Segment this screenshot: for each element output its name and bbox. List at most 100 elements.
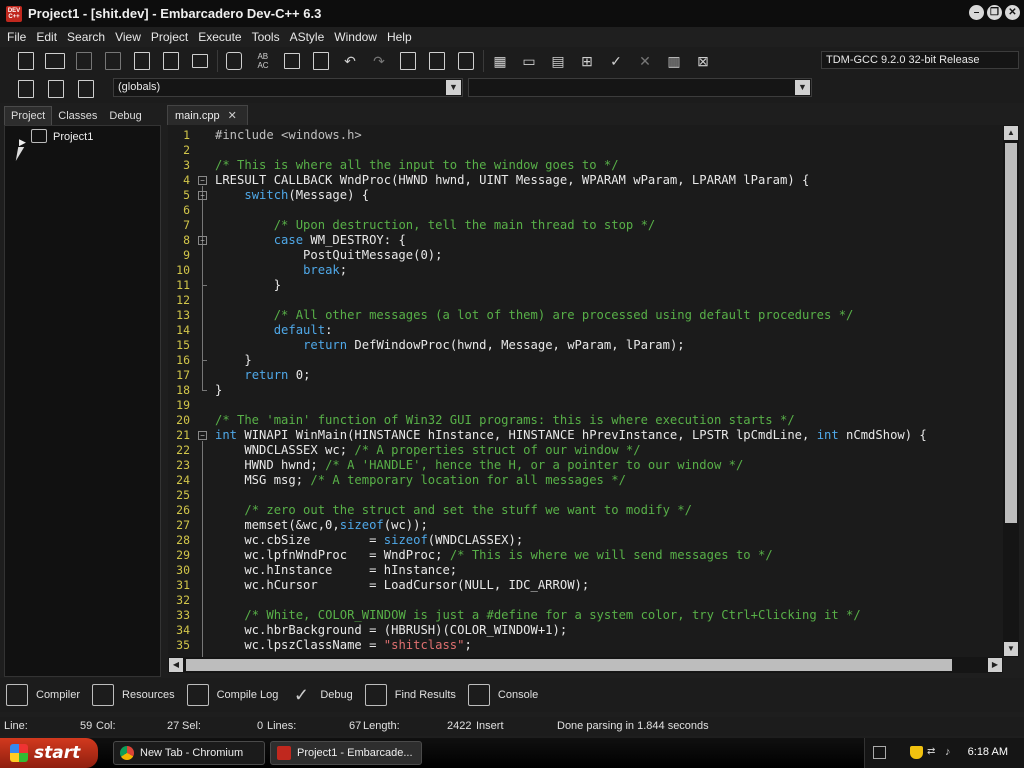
unindent-icon[interactable] (425, 49, 449, 73)
tab-resources[interactable]: Resources (92, 684, 175, 706)
code-line[interactable]: /* The 'main' function of Win32 GUI prog… (215, 413, 795, 428)
close-tab-icon[interactable]: ✕ (228, 110, 237, 122)
fold-toggle-icon[interactable]: − (198, 236, 207, 245)
menu-help[interactable]: Help (382, 30, 417, 44)
code-line[interactable]: LRESULT CALLBACK WndProc(HWND hwnd, UINT… (215, 173, 809, 188)
bookmark-icon[interactable] (309, 49, 333, 73)
compile-run-icon[interactable]: ▤ (546, 49, 570, 73)
vertical-scroll-thumb[interactable] (1005, 143, 1017, 523)
menu-project[interactable]: Project (146, 30, 193, 44)
code-line[interactable]: wc.cbSize = sizeof(WNDCLASSEX); (215, 533, 523, 548)
menu-file[interactable]: File (2, 30, 31, 44)
code-line[interactable]: HWND hwnd; /* A 'HANDLE', hence the H, o… (215, 458, 743, 473)
security-shield-icon[interactable] (910, 746, 923, 759)
menu-astyle[interactable]: AStyle (285, 30, 330, 44)
code-line[interactable]: /* This is where all the input to the wi… (215, 158, 619, 173)
code-line[interactable]: wc.hCursor = LoadCursor(NULL, IDC_ARROW)… (215, 578, 589, 593)
fold-toggle-icon[interactable]: − (198, 431, 207, 440)
code-line[interactable]: return DefWindowProc(hwnd, Message, wPar… (215, 338, 685, 353)
code-area[interactable]: #include <windows.h> /* This is where all… (215, 125, 1003, 657)
syntax-check-icon[interactable]: ✓ (604, 49, 628, 73)
code-line[interactable]: /* White, COLOR_WINDOW is just a #define… (215, 608, 860, 623)
scroll-right-icon[interactable]: ▶ (988, 658, 1002, 672)
code-line[interactable]: wc.lpfnWndProc = WndProc; /* This is whe… (215, 548, 772, 563)
code-line[interactable]: case WM_DESTROY: { (215, 233, 406, 248)
horizontal-scroll-thumb[interactable] (186, 659, 952, 671)
code-line[interactable]: switch(Message) { (215, 188, 369, 203)
code-line[interactable]: break; (215, 263, 347, 278)
goto-bookmark-icon[interactable] (74, 77, 98, 101)
code-line[interactable]: /* zero out the struct and set the stuff… (215, 503, 692, 518)
tab-debug-output[interactable]: ✓ Debug (290, 684, 353, 706)
clean-icon[interactable]: ⊠ (691, 49, 715, 73)
scroll-left-icon[interactable]: ◀ (169, 658, 183, 672)
menu-search[interactable]: Search (62, 30, 110, 44)
close-icon[interactable] (130, 49, 154, 73)
menu-view[interactable]: View (110, 30, 146, 44)
code-line[interactable]: int WINAPI WinMain(HINSTANCE hInstance, … (215, 428, 927, 443)
toggle-comment-icon[interactable] (454, 49, 478, 73)
taskbar-item-chromium[interactable]: New Tab - Chromium (113, 741, 265, 765)
code-line[interactable]: default: (215, 323, 333, 338)
undo-icon[interactable]: ↶ (338, 49, 362, 73)
menu-tools[interactable]: Tools (247, 30, 285, 44)
tab-compile-log[interactable]: Compile Log (186, 684, 278, 706)
stop-icon[interactable]: ✕ (633, 49, 657, 73)
minimize-button[interactable]: – (969, 5, 984, 20)
scroll-up-icon[interactable]: ▲ (1004, 126, 1018, 140)
print-icon[interactable] (188, 49, 212, 73)
tab-console[interactable]: Console (467, 684, 538, 706)
scroll-down-icon[interactable]: ▼ (1004, 642, 1018, 656)
chevron-down-icon[interactable]: ▼ (446, 80, 461, 95)
tab-classes[interactable]: Classes (52, 107, 103, 125)
new-file-icon[interactable] (14, 49, 38, 73)
start-button[interactable]: start (0, 738, 98, 768)
code-line[interactable]: MSG msg; /* A temporary location for all… (215, 473, 626, 488)
chart-icon[interactable]: ▥ (662, 49, 686, 73)
tab-debug[interactable]: Debug (103, 107, 147, 125)
redo-icon[interactable]: ↷ (367, 49, 391, 73)
code-editor[interactable]: 1 2 3 4 5 6 7 8 9 10 11 12 13 14 15 16 17 18 19 20 21 22 23 24 2… (168, 125, 1019, 657)
code-line[interactable]: wc.hbrBackground = (HBRUSH)(COLOR_WINDOW… (215, 623, 567, 638)
volume-icon[interactable]: ♪ (945, 746, 958, 759)
menu-window[interactable]: Window (329, 30, 382, 44)
taskbar-item-devcpp[interactable]: Project1 - Embarcade... (270, 741, 422, 765)
insert-icon[interactable] (14, 77, 38, 101)
find-icon[interactable] (222, 49, 246, 73)
fold-toggle-icon[interactable]: − (198, 176, 207, 185)
code-line[interactable]: } (215, 278, 281, 293)
devcpp-app-icon[interactable]: DEV C++ (6, 5, 22, 22)
chevron-down-icon[interactable]: ▼ (795, 80, 810, 95)
rebuild-icon[interactable]: ⊞ (575, 49, 599, 73)
function-select[interactable]: ▼ (468, 78, 812, 97)
tab-find-results[interactable]: Find Results (364, 684, 456, 706)
code-line[interactable]: #include <windows.h> (215, 128, 362, 143)
save-all-icon[interactable] (101, 49, 125, 73)
compile-icon[interactable]: ▦ (488, 49, 512, 73)
keyboard-icon[interactable] (873, 746, 886, 759)
close-button[interactable]: ✕ (1005, 5, 1020, 20)
tab-compiler[interactable]: Compiler (6, 684, 80, 706)
scope-select[interactable]: (globals) ▼ (113, 78, 463, 97)
restore-button[interactable]: ❐ (987, 5, 1002, 20)
horizontal-scrollbar[interactable]: ◀ ▶ (168, 657, 1003, 673)
tab-main-cpp[interactable]: main.cpp ✕ (167, 105, 248, 125)
code-line[interactable]: /* Upon destruction, tell the main threa… (215, 218, 656, 233)
menu-execute[interactable]: Execute (193, 30, 246, 44)
code-line[interactable]: return 0; (215, 368, 310, 383)
code-line[interactable]: wc.hInstance = hInstance; (215, 563, 457, 578)
open-icon[interactable] (43, 49, 67, 73)
code-line[interactable]: } (215, 383, 222, 398)
toggle-bookmark-icon[interactable] (44, 77, 68, 101)
fold-toggle-icon[interactable]: − (198, 191, 207, 200)
code-line[interactable]: memset(&wc,0,sizeof(wc)); (215, 518, 427, 533)
tree-item-project1[interactable]: Project1 (53, 131, 93, 143)
menu-edit[interactable]: Edit (31, 30, 62, 44)
code-line[interactable]: WNDCLASSEX wc; /* A properties struct of… (215, 443, 640, 458)
tab-project[interactable]: Project (4, 106, 53, 125)
vertical-scrollbar[interactable]: ▲ ▼ (1003, 125, 1019, 657)
close-all-icon[interactable] (159, 49, 183, 73)
code-line[interactable]: } (215, 353, 251, 368)
replace-icon[interactable]: AB AC (251, 49, 275, 73)
save-icon[interactable] (72, 49, 96, 73)
